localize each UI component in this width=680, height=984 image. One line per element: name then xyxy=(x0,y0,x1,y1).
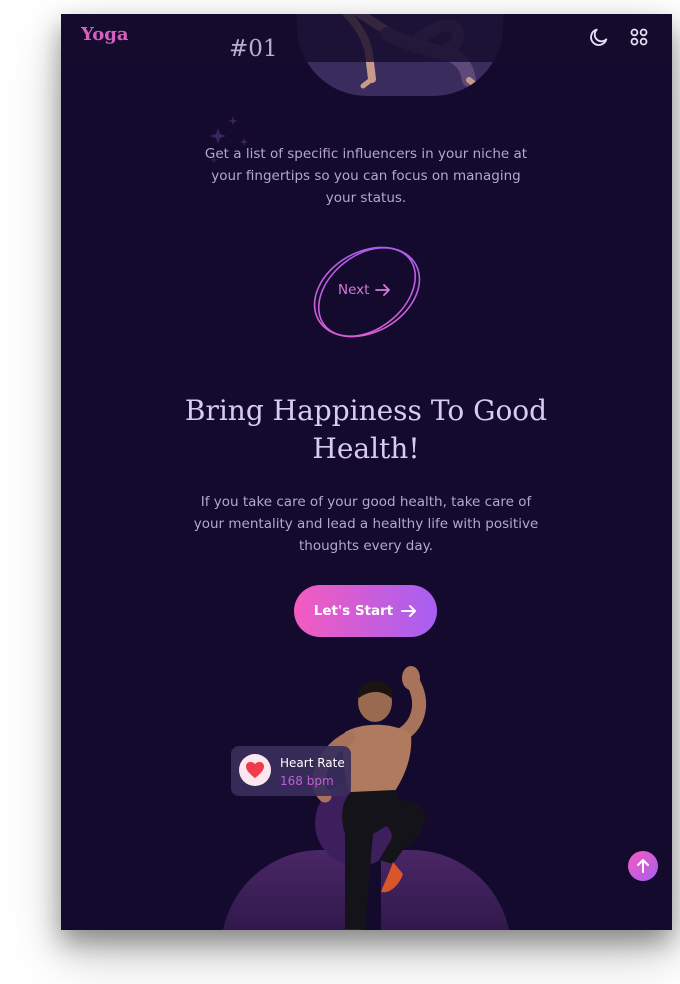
header-actions xyxy=(586,24,652,50)
moon-icon[interactable] xyxy=(586,24,612,50)
heart-rate-value: 168 bpm xyxy=(280,774,334,788)
scroll-top-button[interactable] xyxy=(628,851,658,881)
arrow-right-icon xyxy=(375,284,391,296)
athlete-visual: Heart Rate 168 bpm xyxy=(61,654,672,930)
grid-icon[interactable] xyxy=(626,24,652,50)
next-label: Next xyxy=(338,282,370,298)
logo[interactable]: Yoga xyxy=(81,24,129,45)
page-title: Bring Happiness To Good Health! xyxy=(184,394,548,465)
cta-label: Let's Start xyxy=(313,603,394,619)
arrow-up-icon xyxy=(637,859,649,873)
top-header: Yoga xyxy=(61,14,672,62)
heart-rate-label: Heart Rate xyxy=(280,756,345,770)
heart-rate-card: Heart Rate 168 bpm xyxy=(231,746,351,796)
athlete-image xyxy=(312,666,427,929)
arrow-right-icon xyxy=(401,605,417,617)
hero-description: If you take care of your good health, ta… xyxy=(193,494,539,554)
intro-text: Get a list of specific influencers in yo… xyxy=(204,146,528,206)
step-number: #01 xyxy=(229,36,278,62)
next-button[interactable]: Next xyxy=(338,282,391,298)
lets-start-button[interactable]: Let's Start xyxy=(294,585,437,637)
heart-icon xyxy=(239,754,271,786)
next-control: Next xyxy=(309,240,425,344)
app-screen: Yoga #01 Get a list of specific influenc… xyxy=(61,14,672,930)
